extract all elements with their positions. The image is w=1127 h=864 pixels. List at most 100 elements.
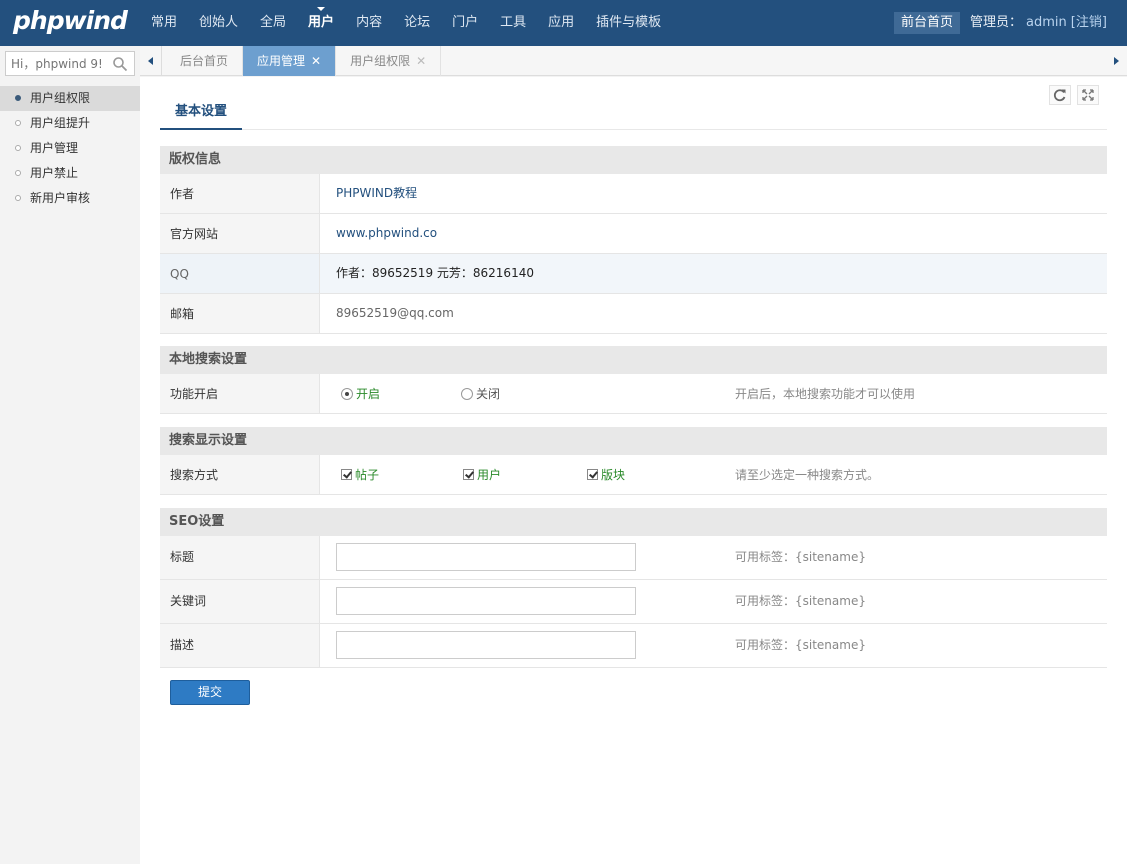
- row-author: 作者 PHPWIND教程: [160, 174, 1107, 214]
- nav-item-common[interactable]: 常用: [140, 0, 188, 46]
- row-search-method: 搜索方式 帖子 用户 版块 请至少选定一种搜索方式。: [160, 455, 1107, 495]
- field-label: 描述: [160, 624, 320, 667]
- close-icon[interactable]: ✕: [416, 54, 426, 68]
- field-tip: 开启后，本地搜索功能才可以使用: [735, 387, 916, 401]
- sidebar-item-label: 用户禁止: [30, 166, 79, 180]
- tab-basic-settings[interactable]: 基本设置: [160, 95, 242, 130]
- field-label: 功能开启: [160, 374, 320, 413]
- email-value: 89652519@qq.com: [336, 306, 454, 320]
- radio-unchecked-icon: [461, 387, 473, 400]
- option-label: 用户: [477, 468, 502, 482]
- seo-description-input[interactable]: [336, 631, 636, 659]
- tab-label: 后台首页: [180, 54, 229, 68]
- close-icon[interactable]: ✕: [311, 54, 321, 68]
- bullet-icon: [15, 195, 21, 201]
- section-title: SEO设置: [160, 508, 1107, 536]
- author-link[interactable]: PHPWIND教程: [336, 174, 417, 212]
- option-label: 版块: [601, 468, 626, 482]
- field-tip: 可用标签：{sitename}: [735, 550, 866, 564]
- field-label: 作者: [160, 174, 320, 213]
- section-title: 搜索显示设置: [160, 427, 1107, 455]
- seo-keywords-input[interactable]: [336, 587, 636, 615]
- nav-item-portal[interactable]: 门户: [441, 0, 489, 46]
- nav-item-apps[interactable]: 应用: [537, 0, 585, 46]
- sidebar-item-label: 用户管理: [30, 141, 79, 155]
- radio-enable[interactable]: 开启: [341, 374, 380, 414]
- tab-label: 应用管理: [257, 54, 306, 68]
- seo-title-input[interactable]: [336, 543, 636, 571]
- side-menu: 用户组权限 用户组提升 用户管理 用户禁止 新用户审核: [0, 86, 140, 211]
- row-seo-title: 标题 可用标签：{sitename}: [160, 536, 1107, 580]
- nav-item-user[interactable]: 用户: [297, 0, 345, 46]
- website-link[interactable]: www.phpwind.co: [336, 214, 437, 252]
- row-seo-keywords: 关键词 可用标签：{sitename}: [160, 580, 1107, 624]
- nav-item-founder[interactable]: 创始人: [188, 0, 249, 46]
- top-header: phpwind 常用 创始人 全局 用户 内容 论坛 门户 工具 应用 插件与模…: [0, 0, 1127, 46]
- sidebar-item-label: 新用户审核: [30, 191, 91, 205]
- tabs: 后台首页 应用管理 ✕ 用户组权限 ✕: [166, 46, 442, 76]
- sidebar-item-label: 用户组权限: [30, 91, 91, 105]
- nav-item-content[interactable]: 内容: [345, 0, 393, 46]
- front-home-button[interactable]: 前台首页: [894, 12, 961, 34]
- bullet-icon: [15, 95, 21, 101]
- field-tip: 可用标签：{sitename}: [735, 594, 866, 608]
- admin-area: 管理员： admin [注销]: [970, 0, 1107, 46]
- bullet-icon: [15, 170, 21, 176]
- search-input[interactable]: [6, 52, 106, 75]
- search-icon[interactable]: [112, 56, 128, 72]
- option-label: 帖子: [355, 468, 380, 482]
- field-label: 关键词: [160, 580, 320, 623]
- sub-nav: 基本设置: [160, 95, 1107, 130]
- tab-app-management[interactable]: 应用管理 ✕: [243, 46, 337, 76]
- admin-name-link[interactable]: admin: [1026, 15, 1067, 30]
- radio-checked-icon: [341, 387, 353, 400]
- logout-link[interactable]: [注销]: [1071, 15, 1107, 30]
- field-label: 标题: [160, 536, 320, 579]
- bullet-icon: [15, 145, 21, 151]
- sidebar-item-user-ban[interactable]: 用户禁止: [0, 161, 140, 186]
- qq-value: 作者：89652519 元芳：86216140: [336, 266, 534, 280]
- row-qq: QQ 作者：89652519 元芳：86216140: [160, 254, 1107, 294]
- admin-label: 管理员：: [970, 15, 1023, 30]
- row-function-enable: 功能开启 开启 关闭 开启后，本地搜索功能才可以使用: [160, 374, 1107, 414]
- nav-item-plugins-templates[interactable]: 插件与模板: [585, 0, 672, 46]
- tab-group-permissions[interactable]: 用户组权限 ✕: [336, 46, 442, 76]
- checkbox-checked-icon: [341, 469, 352, 480]
- tab-scroll-right-icon[interactable]: [1105, 46, 1127, 76]
- tab-scroll-left-icon[interactable]: [140, 46, 162, 76]
- field-label: 官方网站: [160, 214, 320, 253]
- sidebar-item-new-user-review[interactable]: 新用户审核: [0, 186, 140, 211]
- bullet-icon: [15, 120, 21, 126]
- section-search-display: 搜索显示设置 搜索方式 帖子 用户 版块 请至少选定一种搜索方式。: [160, 427, 1107, 495]
- checkbox-checked-icon: [463, 469, 474, 480]
- left-sidebar: 用户组权限 用户组提升 用户管理 用户禁止 新用户审核: [0, 46, 140, 864]
- section-seo: SEO设置 标题 可用标签：{sitename} 关键词 可用标签：{siten…: [160, 508, 1107, 668]
- row-seo-description: 描述 可用标签：{sitename}: [160, 624, 1107, 668]
- nav-item-forum[interactable]: 论坛: [393, 0, 441, 46]
- section-copyright: 版权信息 作者 PHPWIND教程 官方网站 www.phpwind.co QQ…: [160, 146, 1107, 334]
- field-label: 搜索方式: [160, 455, 320, 494]
- main-content: 基本设置 版权信息 作者 PHPWIND教程 官方网站 www.phpwind.…: [140, 77, 1127, 864]
- nav-item-global[interactable]: 全局: [249, 0, 297, 46]
- checkbox-threads[interactable]: 帖子: [341, 455, 379, 495]
- sidebar-item-user-management[interactable]: 用户管理: [0, 136, 140, 161]
- tab-label: 用户组权限: [350, 54, 411, 68]
- checkbox-users[interactable]: 用户: [463, 455, 501, 495]
- tab-admin-home[interactable]: 后台首页: [166, 46, 244, 76]
- radio-disable[interactable]: 关闭: [461, 374, 500, 414]
- section-title: 版权信息: [160, 146, 1107, 174]
- logo[interactable]: phpwind: [13, 6, 128, 35]
- field-label: QQ: [160, 254, 320, 293]
- option-label: 关闭: [476, 387, 501, 401]
- section-title: 本地搜索设置: [160, 346, 1107, 374]
- sidebar-item-group-upgrade[interactable]: 用户组提升: [0, 111, 140, 136]
- sidebar-item-group-permissions[interactable]: 用户组权限: [0, 86, 140, 111]
- checkbox-checked-icon: [587, 469, 598, 480]
- option-label: 开启: [356, 387, 381, 401]
- top-nav: 常用 创始人 全局 用户 内容 论坛 门户 工具 应用 插件与模板: [140, 0, 672, 46]
- section-local-search: 本地搜索设置 功能开启 开启 关闭 开启后，本地搜索功能才可以使用: [160, 346, 1107, 414]
- submit-button[interactable]: 提交: [170, 680, 250, 705]
- checkbox-forums[interactable]: 版块: [587, 455, 625, 495]
- nav-item-tools[interactable]: 工具: [489, 0, 537, 46]
- tab-strip: 后台首页 应用管理 ✕ 用户组权限 ✕: [140, 46, 1127, 76]
